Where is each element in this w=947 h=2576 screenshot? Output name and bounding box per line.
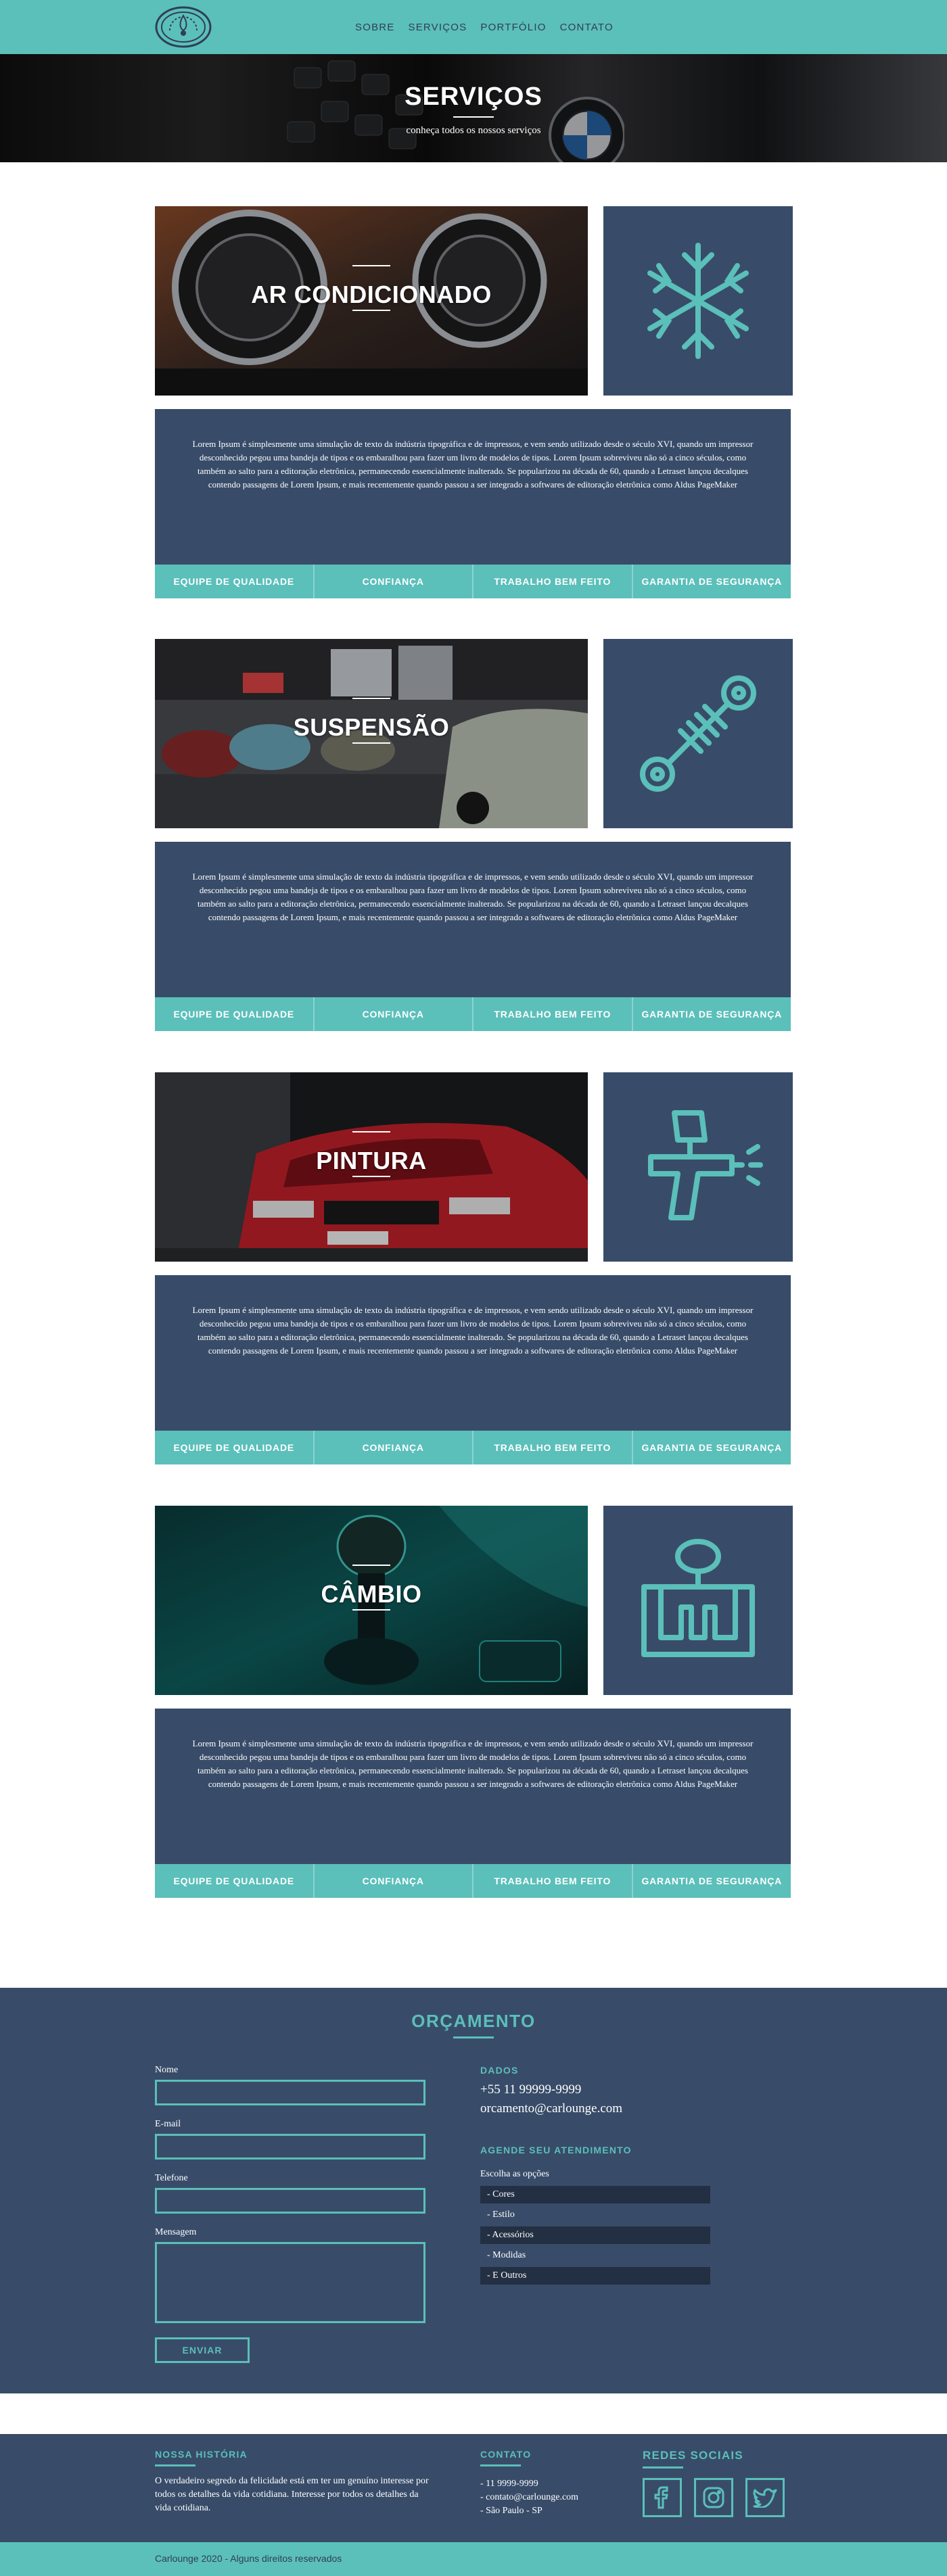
feature-trabalho: TRABALHO BEM FEITO bbox=[473, 1864, 633, 1898]
site-footer bbox=[0, 2434, 947, 2542]
hero-banner: SERVIÇOS conheça todos os nossos serviço… bbox=[0, 54, 947, 162]
feature-trabalho: TRABALHO BEM FEITO bbox=[473, 1431, 633, 1464]
contact-location: - São Paulo - SP bbox=[480, 2506, 542, 2516]
service-description: Lorem Ipsum é simplesmente uma simulação… bbox=[192, 872, 754, 922]
phone-label: Telefone bbox=[155, 2173, 188, 2183]
feature-garantia: GARANTIA DE SEGURANÇA bbox=[641, 1442, 783, 1453]
feature-equipe: EQUIPE DE QUALIDADE bbox=[155, 1431, 315, 1464]
option-acessorios[interactable]: - Acessórios bbox=[480, 2226, 710, 2244]
service-description: Lorem Ipsum é simplesmente uma simulação… bbox=[192, 439, 754, 490]
copyright-text: Carlounge 2020 - Alguns direitos reserva… bbox=[155, 2553, 342, 2564]
feature-trabalho: TRABALHO BEM FEITO bbox=[473, 997, 633, 1031]
service-icon-box bbox=[603, 1072, 793, 1262]
message-textarea[interactable] bbox=[155, 2242, 425, 2323]
service-description: Lorem Ipsum é simplesmente uma simulação… bbox=[192, 1305, 754, 1356]
data-heading: DADOS bbox=[480, 2065, 519, 2076]
site-header: SOBRE SERVIÇOS PORTFÓLIO CONTATO bbox=[0, 0, 947, 54]
gear-shift-icon bbox=[641, 1539, 755, 1657]
phone-input[interactable] bbox=[155, 2188, 425, 2214]
spray-gun-icon bbox=[648, 1110, 763, 1220]
service-cambio: CÂMBIO Lorem Ipsum é simplesmente uma si… bbox=[155, 1506, 793, 1938]
option-estilo[interactable]: - Estilo bbox=[480, 2206, 710, 2224]
history-heading: NOSSA HISTÓRIA bbox=[155, 2449, 248, 2460]
feature-equipe: EQUIPE DE QUALIDADE bbox=[155, 1864, 315, 1898]
service-suspensao: SUSPENSÃO Lorem Ipsum é simplesmente uma… bbox=[155, 639, 793, 1072]
quote-email[interactable]: orcamento@carlounge.com bbox=[480, 2101, 622, 2116]
feature-confianca: CONFIANÇA bbox=[315, 1864, 473, 1898]
service-description: Lorem Ipsum é simplesmente uma simulação… bbox=[192, 1738, 754, 1789]
message-label: Mensagem bbox=[155, 2227, 197, 2237]
feature-garantia: GARANTIA DE SEGURANÇA bbox=[641, 576, 783, 587]
service-icon-box bbox=[603, 1506, 793, 1695]
service-photo: PINTURA bbox=[155, 1072, 588, 1262]
service-title: PINTURA bbox=[316, 1147, 427, 1174]
option-outros[interactable]: - E Outros bbox=[480, 2267, 710, 2285]
email-label: E-mail bbox=[155, 2119, 181, 2129]
service-pintura: PINTURA Lorem Ipsum é simplesmente uma s… bbox=[155, 1072, 793, 1505]
quote-section bbox=[0, 1988, 947, 2393]
contact-phone: - 11 9999-9999 bbox=[480, 2479, 538, 2489]
gauge-logo-icon[interactable] bbox=[155, 6, 212, 48]
main-nav: SOBRE SERVIÇOS PORTFÓLIO CONTATO bbox=[355, 0, 614, 54]
feature-equipe: EQUIPE DE QUALIDADE bbox=[155, 565, 315, 598]
service-features-bar: EQUIPE DE QUALIDADE CONFIANÇA TRABALHO B… bbox=[155, 997, 791, 1031]
nav-contato[interactable]: CONTATO bbox=[560, 22, 614, 33]
service-title: AR CONDICIONADO bbox=[251, 281, 492, 308]
name-input[interactable] bbox=[155, 2080, 425, 2105]
feature-confianca: CONFIANÇA bbox=[315, 997, 473, 1031]
service-ar-condicionado: AR CONDICIONADO Lorem Ipsum é simplesmen… bbox=[155, 206, 793, 639]
service-title: CÂMBIO bbox=[321, 1580, 422, 1608]
service-description-box: Lorem Ipsum é simplesmente uma simulação… bbox=[155, 409, 791, 565]
service-features-bar: EQUIPE DE QUALIDADE CONFIANÇA TRABALHO B… bbox=[155, 1431, 791, 1464]
nav-sobre[interactable]: SOBRE bbox=[355, 22, 395, 33]
feature-garantia: GARANTIA DE SEGURANÇA bbox=[641, 1009, 783, 1020]
feature-trabalho: TRABALHO BEM FEITO bbox=[473, 565, 633, 598]
snowflake-icon bbox=[647, 243, 749, 359]
social-heading: REDES SOCIAIS bbox=[643, 2449, 743, 2462]
nav-portfolio[interactable]: PORTFÓLIO bbox=[480, 22, 546, 33]
facebook-icon[interactable] bbox=[643, 2478, 682, 2517]
service-icon-box bbox=[603, 639, 793, 828]
nav-servicos[interactable]: SERVIÇOS bbox=[409, 22, 467, 33]
name-label: Nome bbox=[155, 2065, 179, 2075]
twitter-icon[interactable] bbox=[745, 2478, 785, 2517]
title-divider bbox=[453, 116, 494, 118]
suspension-icon bbox=[640, 675, 756, 792]
service-description-box: Lorem Ipsum é simplesmente uma simulação… bbox=[155, 842, 791, 997]
service-description-box: Lorem Ipsum é simplesmente uma simulação… bbox=[155, 1709, 791, 1864]
service-photo: SUSPENSÃO bbox=[155, 639, 588, 828]
copyright-bar: Carlounge 2020 - Alguns direitos reserva… bbox=[0, 2542, 947, 2576]
feature-confianca: CONFIANÇA bbox=[315, 1431, 473, 1464]
history-text: O verdadeiro segredo da felicidade está … bbox=[155, 2476, 429, 2513]
feature-equipe: EQUIPE DE QUALIDADE bbox=[155, 997, 315, 1031]
schedule-heading: AGENDE SEU ATENDIMENTO bbox=[480, 2145, 632, 2155]
service-icon-box bbox=[603, 206, 793, 396]
quote-title-divider bbox=[453, 2036, 494, 2038]
service-title: SUSPENSÃO bbox=[293, 713, 450, 741]
option-modidas[interactable]: - Modidas bbox=[480, 2247, 710, 2264]
quote-phone: +55 11 99999-9999 bbox=[480, 2082, 582, 2097]
page-title: SERVIÇOS bbox=[405, 82, 542, 111]
feature-confianca: CONFIANÇA bbox=[315, 565, 473, 598]
service-photo: AR CONDICIONADO bbox=[155, 206, 588, 396]
email-input[interactable] bbox=[155, 2134, 425, 2160]
contact-email[interactable]: - contato@carlounge.com bbox=[480, 2491, 578, 2504]
page-subtitle: conheça todos os nossos serviços bbox=[406, 125, 541, 136]
send-button[interactable]: ENVIAR bbox=[155, 2337, 250, 2363]
option-cores[interactable]: - Cores bbox=[480, 2186, 710, 2203]
service-photo: CÂMBIO bbox=[155, 1506, 588, 1695]
feature-garantia: GARANTIA DE SEGURANÇA bbox=[641, 1876, 783, 1886]
service-description-box: Lorem Ipsum é simplesmente uma simulação… bbox=[155, 1275, 791, 1431]
instagram-icon[interactable] bbox=[694, 2478, 733, 2517]
quote-title: ORÇAMENTO bbox=[411, 2011, 536, 2031]
service-features-bar: EQUIPE DE QUALIDADE CONFIANÇA TRABALHO B… bbox=[155, 565, 791, 598]
schedule-prompt: Escolha as opções bbox=[480, 2169, 549, 2179]
service-features-bar: EQUIPE DE QUALIDADE CONFIANÇA TRABALHO B… bbox=[155, 1864, 791, 1898]
contact-heading: CONTATO bbox=[480, 2449, 532, 2460]
